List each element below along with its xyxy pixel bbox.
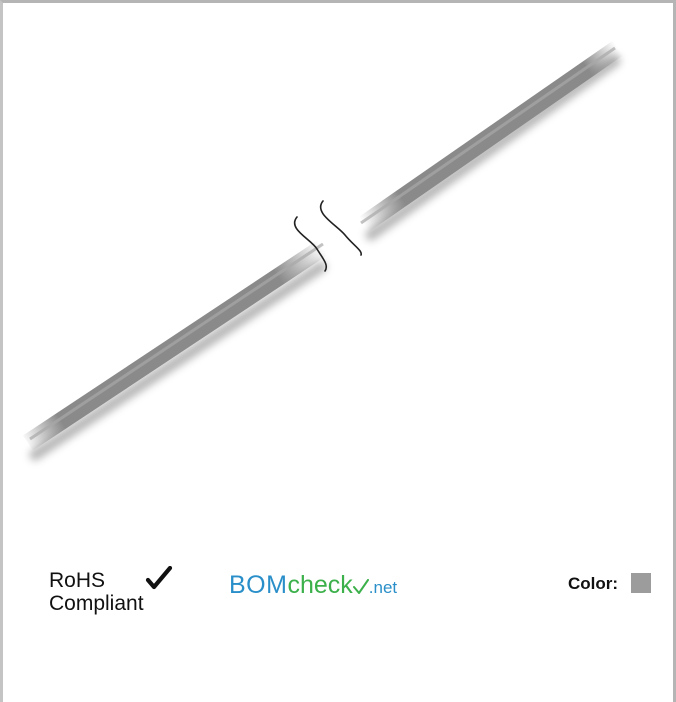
- rohs-label: RoHS: [49, 569, 106, 592]
- bomcheck-net-text: .net: [368, 578, 398, 597]
- check-mark-icon: [145, 566, 173, 590]
- bomcheck-check-text: check: [287, 571, 353, 599]
- cable-segment-lower: [23, 238, 330, 451]
- compliant-label: Compliant: [49, 592, 144, 615]
- bomcheck-logo: BOMcheck .net: [229, 571, 397, 600]
- product-frame: RoHS Compliant BOMcheck .net Color:: [0, 0, 676, 702]
- bomcheck-bom-text: BOM: [229, 571, 288, 599]
- color-label: Color:: [568, 574, 619, 593]
- product-image: [23, 40, 624, 461]
- rohs-compliant-badge: RoHS Compliant: [49, 566, 173, 615]
- bomcheck-check-mark-icon: [352, 579, 369, 594]
- color-swatch: [631, 573, 651, 593]
- cable-segment-upper: [357, 40, 624, 233]
